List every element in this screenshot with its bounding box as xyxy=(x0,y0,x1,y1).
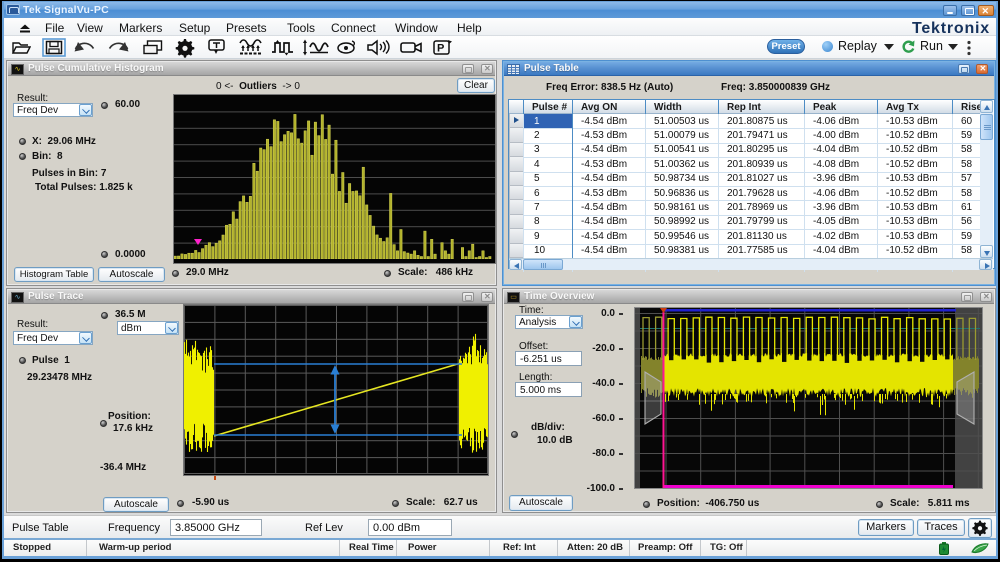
svg-text:P: P xyxy=(437,43,444,55)
